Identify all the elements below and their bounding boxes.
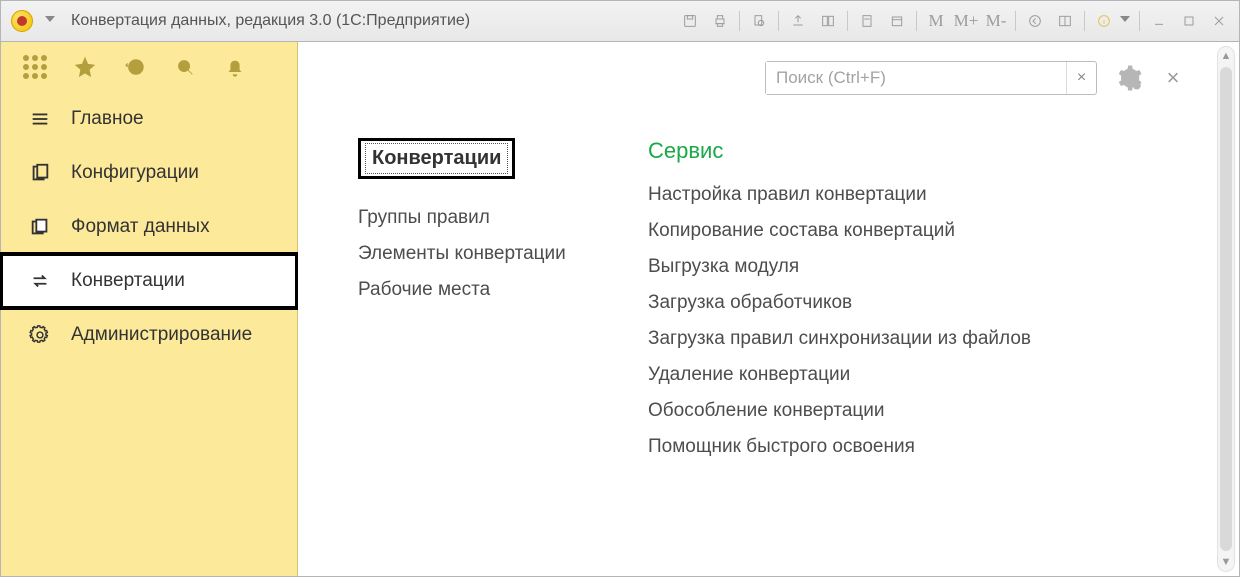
memory-m-button[interactable]: M: [922, 7, 950, 35]
toolbar-separator: [778, 11, 779, 31]
memory-mplus-button[interactable]: M+: [952, 7, 980, 35]
sidebar-top-toolbar: [1, 42, 297, 92]
sidebar-item-main[interactable]: Главное: [1, 92, 297, 146]
search-box: ×: [765, 61, 1097, 95]
link-configure-conversion-rules[interactable]: Настройка правил конвертации: [648, 184, 1227, 206]
maximize-button[interactable]: [1175, 7, 1203, 35]
scroll-thumb[interactable]: [1220, 67, 1232, 551]
favorite-star-icon[interactable]: [73, 55, 97, 79]
titlebar: Конвертация данных, редакция 3.0 (1С:Пре…: [0, 0, 1240, 42]
content-area: × × Конвертации Группы правил Элементы к…: [298, 42, 1239, 576]
link-module-export[interactable]: Выгрузка модуля: [648, 256, 1227, 278]
toolbar-separator: [847, 11, 848, 31]
search-clear-button[interactable]: ×: [1066, 62, 1096, 94]
link-workplaces[interactable]: Рабочие места: [358, 279, 608, 301]
compare-icon[interactable]: [814, 7, 842, 35]
save-icon[interactable]: [676, 7, 704, 35]
sidebar-item-configurations[interactable]: Конфигурации: [1, 146, 297, 200]
sidebar-item-label: Администрирование: [71, 324, 252, 346]
vertical-scrollbar[interactable]: ▲ ▼: [1217, 46, 1235, 572]
close-panel-button[interactable]: ×: [1159, 65, 1187, 91]
memory-mminus-button[interactable]: M-: [982, 7, 1010, 35]
sidebar-item-data-format[interactable]: Формат данных: [1, 200, 297, 254]
sidebar-item-label: Конфигурации: [71, 162, 199, 184]
sidebar-item-conversions[interactable]: Конвертации: [1, 254, 297, 308]
link-load-handlers[interactable]: Загрузка обработчиков: [648, 292, 1227, 314]
sidebar-item-administration[interactable]: Администрирование: [1, 308, 297, 362]
upload-icon[interactable]: [784, 7, 812, 35]
panels-icon[interactable]: [1051, 7, 1079, 35]
back-icon[interactable]: [1021, 7, 1049, 35]
search-input[interactable]: [766, 62, 1066, 94]
link-copy-conversion-content[interactable]: Копирование состава конвертаций: [648, 220, 1227, 242]
calendar-icon[interactable]: [883, 7, 911, 35]
stack-icon: [27, 160, 53, 186]
stack-alt-icon: [27, 214, 53, 240]
toolbar-separator: [916, 11, 917, 31]
history-icon[interactable]: [123, 55, 147, 79]
section-heading-conversions[interactable]: Конвертации: [358, 138, 515, 179]
link-groups-rules[interactable]: Группы правил: [358, 207, 608, 229]
link-quick-start-assistant[interactable]: Помощник быстрого освоения: [648, 436, 1227, 458]
toolbar-separator: [1139, 11, 1140, 31]
help-dropdown-icon[interactable]: [1120, 16, 1130, 26]
swap-icon: [27, 268, 53, 294]
search-sidebar-icon[interactable]: [173, 55, 197, 79]
sidebar-item-label: Главное: [71, 108, 144, 130]
settings-gear-icon[interactable]: [1111, 61, 1145, 95]
titlebar-toolbar: M M+ M-: [676, 7, 1239, 35]
scroll-up-icon[interactable]: ▲: [1221, 47, 1232, 65]
print-icon[interactable]: [706, 7, 734, 35]
menu-lines-icon: [27, 106, 53, 132]
app-menu-dropdown-icon[interactable]: [45, 16, 55, 26]
link-conversion-elements[interactable]: Элементы конвертации: [358, 243, 608, 265]
minimize-button[interactable]: [1145, 7, 1173, 35]
scroll-down-icon[interactable]: ▼: [1221, 553, 1232, 571]
sidebar-item-label: Конвертации: [71, 270, 185, 292]
window-title: Конвертация данных, редакция 3.0 (1С:Пре…: [71, 12, 470, 30]
calculator-icon[interactable]: [853, 7, 881, 35]
apps-grid-icon[interactable]: [23, 55, 47, 79]
app-logo-icon: [11, 10, 33, 32]
toolbar-separator: [739, 11, 740, 31]
bell-icon[interactable]: [223, 55, 247, 79]
link-load-sync-rules[interactable]: Загрузка правил синхронизации из файлов: [648, 328, 1227, 350]
link-delete-conversion[interactable]: Удаление конвертации: [648, 364, 1227, 386]
section-heading-service: Сервис: [648, 138, 1227, 164]
preview-icon[interactable]: [745, 7, 773, 35]
toolbar-separator: [1084, 11, 1085, 31]
help-icon[interactable]: [1090, 7, 1118, 35]
toolbar-separator: [1015, 11, 1016, 31]
sidebar-item-label: Формат данных: [71, 216, 210, 238]
close-button[interactable]: [1205, 7, 1233, 35]
link-isolate-conversion[interactable]: Обособление конвертации: [648, 400, 1227, 422]
sidebar: Главное Конфигурации Формат данных Конве…: [1, 42, 298, 576]
gear-icon: [27, 322, 53, 348]
